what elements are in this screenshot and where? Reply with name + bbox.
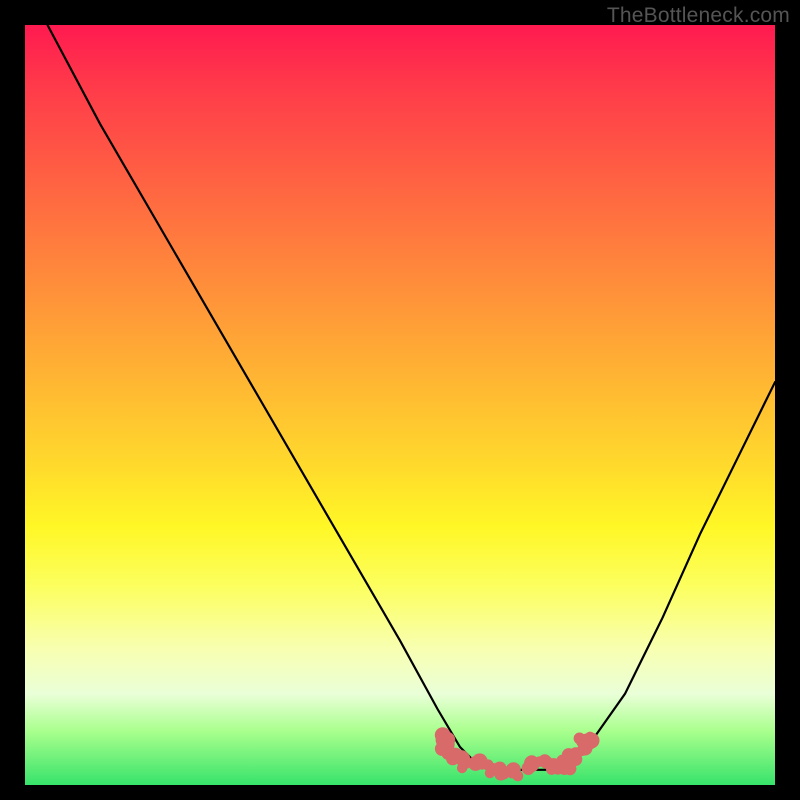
chart-svg [25, 25, 775, 785]
trough-marker-dot [510, 768, 521, 779]
attribution-label: TheBottleneck.com [607, 4, 790, 28]
bottleneck-curve [48, 25, 776, 770]
chart-frame: TheBottleneck.com [0, 0, 800, 800]
trough-marker-band [435, 727, 600, 781]
chart-plot-area [25, 25, 775, 785]
trough-marker-dot [581, 735, 595, 749]
trough-marker-dot [494, 768, 507, 781]
